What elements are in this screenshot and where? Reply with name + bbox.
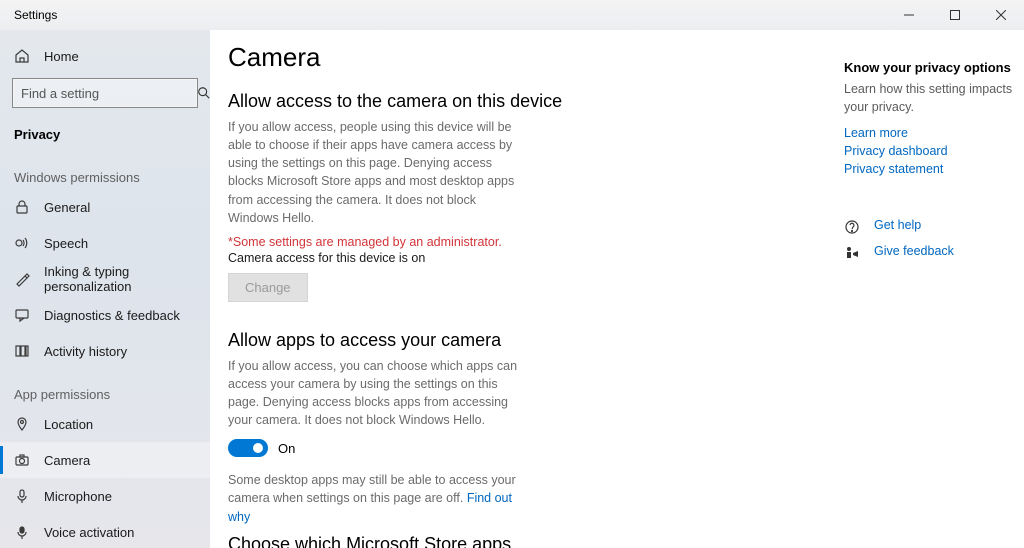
camera-icon [14, 452, 30, 468]
titlebar: Settings [0, 0, 1024, 30]
feedback-hub-icon [844, 245, 860, 261]
sidebar-item-microphone[interactable]: Microphone [0, 478, 210, 514]
lock-icon [14, 199, 30, 215]
sidebar-item-label: Microphone [44, 489, 112, 504]
window-title: Settings [14, 8, 886, 22]
apps-access-toggle-state: On [278, 441, 295, 456]
maximize-button[interactable] [932, 0, 978, 30]
search-icon [197, 86, 210, 100]
microphone-icon [14, 488, 30, 504]
history-icon [14, 343, 30, 359]
close-button[interactable] [978, 0, 1024, 30]
privacy-statement-link[interactable]: Privacy statement [844, 162, 1014, 176]
search-input[interactable] [21, 86, 197, 101]
caption-buttons [886, 0, 1024, 30]
sidebar-item-location[interactable]: Location [0, 406, 210, 442]
voice-icon [14, 524, 30, 540]
search-box[interactable] [12, 78, 198, 108]
pen-icon [14, 271, 30, 287]
aside-heading: Know your privacy options [844, 60, 1014, 75]
sidebar-item-label: Location [44, 417, 93, 432]
apps-access-toggle[interactable] [228, 439, 268, 457]
section-heading-app-access: Allow apps to access your camera [228, 330, 820, 351]
sidebar: Home Privacy Windows permissions General… [0, 30, 210, 548]
sidebar-item-label: Speech [44, 236, 88, 251]
sidebar-item-label: Inking & typing personalization [44, 264, 196, 294]
sidebar-item-label: Activity history [44, 344, 127, 359]
main-content: Camera Allow access to the camera on thi… [210, 30, 844, 548]
page-title: Camera [228, 42, 820, 73]
breadcrumb-privacy[interactable]: Privacy [0, 116, 210, 152]
aside-body: Learn how this setting impacts your priv… [844, 81, 1014, 116]
aside: Know your privacy options Learn how this… [844, 30, 1024, 548]
help-icon [844, 219, 860, 235]
section-header-windows: Windows permissions [0, 170, 210, 185]
feedback-icon [14, 307, 30, 323]
sidebar-item-label: Camera [44, 453, 90, 468]
section-heading-device-access: Allow access to the camera on this devic… [228, 91, 820, 112]
sidebar-item-activity[interactable]: Activity history [0, 333, 210, 369]
section-heading-choose-apps: Choose which Microsoft Store apps can ac… [228, 534, 528, 548]
sidebar-home-label: Home [44, 49, 79, 64]
sidebar-item-label: Voice activation [44, 525, 134, 540]
sidebar-item-label: General [44, 200, 90, 215]
get-help-link[interactable]: Get help [874, 218, 921, 232]
device-access-status: Camera access for this device is on [228, 251, 820, 265]
sidebar-item-general[interactable]: General [0, 189, 210, 225]
sidebar-item-voice-activation[interactable]: Voice activation [0, 514, 210, 548]
section-header-app: App permissions [0, 387, 210, 402]
minimize-button[interactable] [886, 0, 932, 30]
sidebar-item-home[interactable]: Home [0, 38, 210, 74]
home-icon [14, 48, 30, 64]
location-icon [14, 416, 30, 432]
privacy-dashboard-link[interactable]: Privacy dashboard [844, 144, 1014, 158]
sidebar-item-camera[interactable]: Camera [0, 442, 210, 478]
sidebar-item-inking[interactable]: Inking & typing personalization [0, 261, 210, 297]
admin-note: *Some settings are managed by an adminis… [228, 235, 820, 249]
sidebar-item-label: Diagnostics & feedback [44, 308, 180, 323]
learn-more-link[interactable]: Learn more [844, 126, 1014, 140]
change-button: Change [228, 273, 308, 302]
sidebar-item-speech[interactable]: Speech [0, 225, 210, 261]
section-body-app-access: If you allow access, you can choose whic… [228, 357, 528, 430]
speech-icon [14, 235, 30, 251]
give-feedback-link[interactable]: Give feedback [874, 244, 954, 258]
sidebar-item-diagnostics[interactable]: Diagnostics & feedback [0, 297, 210, 333]
desktop-apps-note: Some desktop apps may still be able to a… [228, 471, 528, 525]
section-body-device-access: If you allow access, people using this d… [228, 118, 528, 227]
